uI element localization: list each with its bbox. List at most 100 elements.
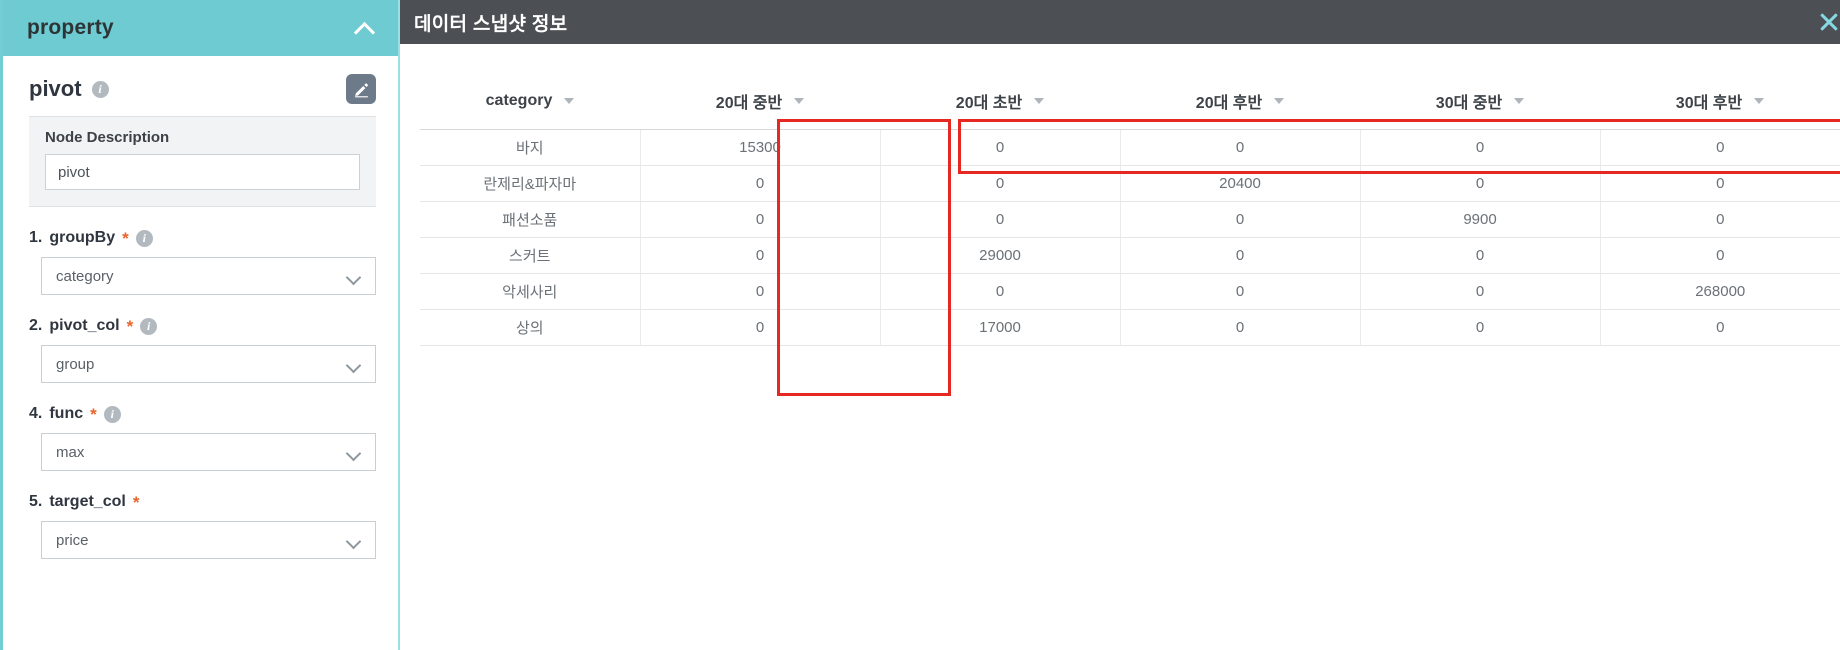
cell-value: 0	[879, 273, 1120, 310]
sort-caret-icon[interactable]	[564, 98, 575, 105]
cell-value: 0	[1119, 309, 1360, 346]
cell-value: 0	[1599, 201, 1840, 238]
cell-value: 0	[1599, 165, 1840, 202]
table-row: 악세사리 0 0 0 0 268000	[420, 273, 1840, 310]
chevron-up-icon[interactable]	[354, 17, 376, 39]
field-groupBy: 1. groupBy * i category	[3, 207, 398, 295]
property-panel-body: pivot i Node Description pivot 1. groupB…	[3, 56, 398, 650]
column-header-label: 20대 초반	[955, 95, 1023, 113]
node-description-input[interactable]: pivot	[45, 154, 360, 190]
cell-value: 0	[1119, 273, 1360, 310]
sort-caret-icon[interactable]	[1514, 98, 1525, 105]
cell-value: 0	[639, 201, 880, 238]
column-header-1[interactable]: 20대 중반	[640, 74, 880, 130]
cell-value: 29000	[879, 237, 1120, 274]
column-header-4[interactable]: 30대 중반	[1360, 74, 1600, 130]
cell-value: 0	[639, 237, 880, 274]
pivot_col-select[interactable]: group	[41, 345, 376, 383]
chevron-down-icon	[348, 535, 359, 546]
cell-category: 상의	[420, 309, 640, 346]
cell-value: 0	[879, 129, 1120, 166]
target_col-select-value: price	[56, 531, 89, 549]
target_col-select[interactable]: price	[41, 521, 376, 559]
column-header-label: 30대 중반	[1435, 95, 1503, 113]
field-groupBy-name: groupBy	[49, 229, 116, 246]
node-title-row: pivot i	[3, 56, 398, 116]
required-star: *	[122, 228, 129, 248]
node-description-label: Node Description	[45, 129, 170, 146]
field-target_col-name: target_col	[49, 493, 126, 510]
cell-value: 0	[1359, 165, 1600, 202]
column-header-label: 20대 중반	[715, 95, 783, 113]
cell-value: 0	[879, 201, 1120, 238]
cell-value: 0	[1359, 309, 1600, 346]
column-header-label: 20대 후반	[1195, 95, 1263, 113]
field-target_col-index: 5.	[29, 493, 43, 510]
func-select[interactable]: max	[41, 433, 376, 471]
snapshot-table-wrap: category 20대 중반 20대 초반 20대 후반 30대 중반 30대…	[400, 44, 1840, 396]
field-func-index: 4.	[29, 405, 43, 422]
field-func-label: 4. func * i	[29, 405, 376, 423]
field-target_col: 5. target_col * price	[3, 471, 398, 559]
field-pivot_col: 2. pivot_col * i group	[3, 295, 398, 383]
pivot_col-select-value: group	[56, 355, 95, 373]
info-icon[interactable]: i	[103, 405, 121, 423]
column-header-label: category	[485, 92, 553, 110]
table-row: 스커트 0 29000 0 0 0	[420, 237, 1840, 274]
cell-category: 악세사리	[420, 273, 640, 310]
property-panel: property pivot i Node Description pivot …	[0, 0, 400, 650]
column-header-2[interactable]: 20대 초반	[880, 74, 1120, 130]
column-header-label: 30대 후반	[1675, 95, 1743, 113]
func-select-value: max	[56, 443, 85, 461]
field-groupBy-label: 1. groupBy * i	[29, 229, 376, 247]
pencil-edit-icon[interactable]	[346, 74, 376, 104]
field-groupBy-index: 1.	[29, 229, 43, 246]
cell-value: 0	[1359, 237, 1600, 274]
cell-value: 268000	[1599, 273, 1840, 310]
cell-value: 0	[1599, 309, 1840, 346]
table-row: 바지 15300 0 0 0 0	[420, 129, 1840, 166]
field-target_col-label: 5. target_col *	[29, 493, 376, 511]
field-pivot_col-label: 2. pivot_col * i	[29, 317, 376, 335]
cell-category: 스커트	[420, 237, 640, 274]
cell-value: 0	[1119, 237, 1360, 274]
close-x-icon[interactable]	[1816, 9, 1840, 35]
cell-value: 0	[639, 273, 880, 310]
data-snapshot-header: 데이터 스냅샷 정보	[400, 0, 1840, 44]
property-panel-title: property	[27, 16, 114, 39]
cell-category: 란제리&파자마	[420, 165, 640, 202]
table-row: 란제리&파자마 0 0 20400 0 0	[420, 165, 1840, 202]
cell-value: 9900	[1359, 201, 1600, 238]
info-icon[interactable]: i	[140, 317, 158, 335]
cell-value: 0	[1599, 129, 1840, 166]
cell-value: 0	[1119, 129, 1360, 166]
field-func-name: func	[49, 405, 84, 422]
table-row: 패션소품 0 0 0 9900 0	[420, 201, 1840, 238]
required-star: *	[132, 492, 140, 512]
field-pivot_col-index: 2.	[29, 317, 43, 334]
sort-caret-icon[interactable]	[1034, 98, 1045, 105]
cell-value: 20400	[1119, 165, 1360, 202]
sort-caret-icon[interactable]	[794, 98, 805, 105]
sort-caret-icon[interactable]	[1274, 98, 1285, 105]
required-star: *	[126, 316, 134, 336]
cell-value: 17000	[879, 309, 1120, 346]
property-panel-header[interactable]: property	[3, 0, 398, 56]
field-pivot_col-name: pivot_col	[49, 317, 120, 334]
table-body: 바지 15300 0 0 0 0 란제리&파자마 0 0 20400 0 0 패…	[420, 129, 1840, 346]
table-header-row: category 20대 중반 20대 초반 20대 후반 30대 중반 30대…	[420, 74, 1840, 130]
column-header-5[interactable]: 30대 후반	[1600, 74, 1840, 130]
table-row: 상의 0 17000 0 0 0	[420, 309, 1840, 346]
sort-caret-icon[interactable]	[1754, 98, 1765, 105]
groupBy-select[interactable]: category	[41, 257, 376, 295]
cell-value: 0	[1599, 237, 1840, 274]
field-func: 4. func * i max	[3, 383, 398, 471]
info-icon[interactable]: i	[135, 229, 153, 247]
column-header-3[interactable]: 20대 후반	[1120, 74, 1360, 130]
info-icon[interactable]: i	[91, 80, 109, 98]
cell-value: 0	[639, 309, 880, 346]
node-name-label: pivot	[29, 76, 82, 101]
cell-value: 0	[1119, 201, 1360, 238]
column-header-category[interactable]: category	[420, 74, 640, 130]
groupBy-select-value: category	[56, 267, 114, 285]
